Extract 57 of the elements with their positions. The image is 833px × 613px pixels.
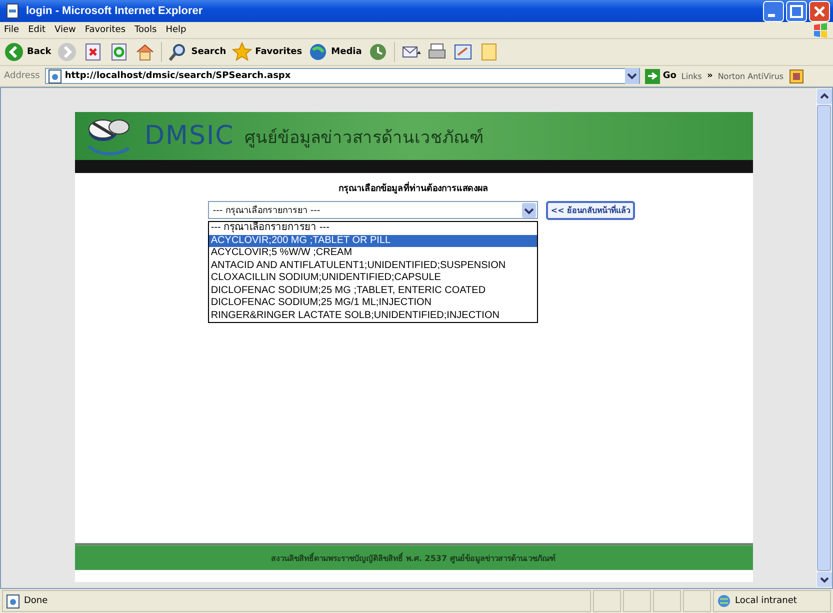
page-x-icon[interactable] [83,42,104,62]
star-icon [232,42,252,62]
menu-item[interactable]: Help [166,25,186,35]
address-field[interactable]: http://localhost/dmsic/search/SPSearch.aspx [44,68,640,84]
drug-select[interactable]: --- กรุณาเลือกรายการยา --- [208,201,538,219]
site-subtitle: ศูนย์ข้อมูลข่าวสารด้านเวชภัณฑ์ [244,126,484,150]
status-panel [683,590,711,612]
logo-text: DMSIC [144,121,234,151]
scroll-up-icon[interactable] [816,89,832,104]
globe-icon [308,42,328,62]
maximize-icon[interactable] [786,0,807,22]
dropdown-option[interactable]: ACYCLOVIR;200 MG ;TABLET OR PILL [208,234,537,247]
zone-text: Local intranet [735,596,797,606]
status-panel [653,590,681,612]
toolbar-button[interactable]: Back [4,42,52,62]
menu-item[interactable]: Edit [28,25,46,35]
address-label: Address [4,71,40,81]
toolbar-button[interactable]: Favorites [232,42,302,62]
form-heading: กรุณาเลือกข้อมูลที่ท่านต้องการแสดงผล [338,181,488,195]
menu-item[interactable]: File [4,25,20,35]
dropdown-option[interactable]: CLOXACILLIN SODIUM;UNIDENTIFIED;CAPSULE [208,272,537,284]
arrow-right-icon [644,68,660,84]
shield-icon[interactable] [788,68,804,84]
window-title: login - Microsoft Internet Explorer [26,5,204,17]
links-label[interactable]: Links [681,72,702,80]
page-icon [48,68,62,84]
dropdown-option[interactable]: RINGER&RINGER LACTATE SOLB;UNIDENTIFIED;INJECTION [208,310,537,322]
toolbar-button[interactable]: Search [168,42,226,62]
go-button[interactable]: Go [644,68,676,84]
menu-item[interactable]: View [54,25,76,35]
back-button[interactable]: << ย้อนกลับหน้าที่แล้ว [546,201,636,220]
chevron-button[interactable]: » [706,71,713,81]
menu-item[interactable]: Tools [134,25,157,35]
house-icon[interactable] [135,42,156,62]
toolbar-button[interactable]: Media [308,42,362,62]
scroll-thumb[interactable] [817,105,831,571]
menu-item[interactable]: Favorites [84,25,126,35]
page-icon [5,3,21,19]
dropdown-option[interactable]: DICLOFENAC SODIUM;25 MG/1 ML;INJECTION [208,297,537,310]
clock-icon[interactable] [368,42,388,62]
status-panel [593,590,621,612]
norton-label[interactable]: Norton AntiVirus [718,72,784,80]
dropdown-option[interactable]: ANTACID AND ANTIFLATULENT1;UNIDENTIFIED;SUSPENSION [208,260,537,272]
globe-icon [717,594,731,608]
dropdown-option[interactable]: DICLOFENAC SODIUM;25 MG ;TABLET, ENTERIC COATED [208,284,537,297]
minimize-icon[interactable] [763,0,784,22]
window-pen-icon[interactable] [452,42,473,62]
copyright-text: สงวนลิขสิทธิ์ตามพระราชบัญญัติลิขสิทธิ์ พ.ศ. 2537 ศูนย์ข้อมูลข่าวสารด้านเวชภัณฑ์ [271,552,556,564]
close-icon[interactable] [809,0,830,22]
windows-flag-icon [812,21,829,39]
scroll-down-icon[interactable] [816,572,832,587]
status-panel [623,590,651,612]
status-text: Done [24,596,48,606]
scrollbar[interactable] [816,88,832,588]
dropdown-option[interactable]: ACYCLOVIR;5 %W/W ;CREAM [208,247,537,260]
page-icon [6,594,20,608]
dropdown-option[interactable]: --- กรุณาเลือกรายการยา --- [208,222,537,234]
